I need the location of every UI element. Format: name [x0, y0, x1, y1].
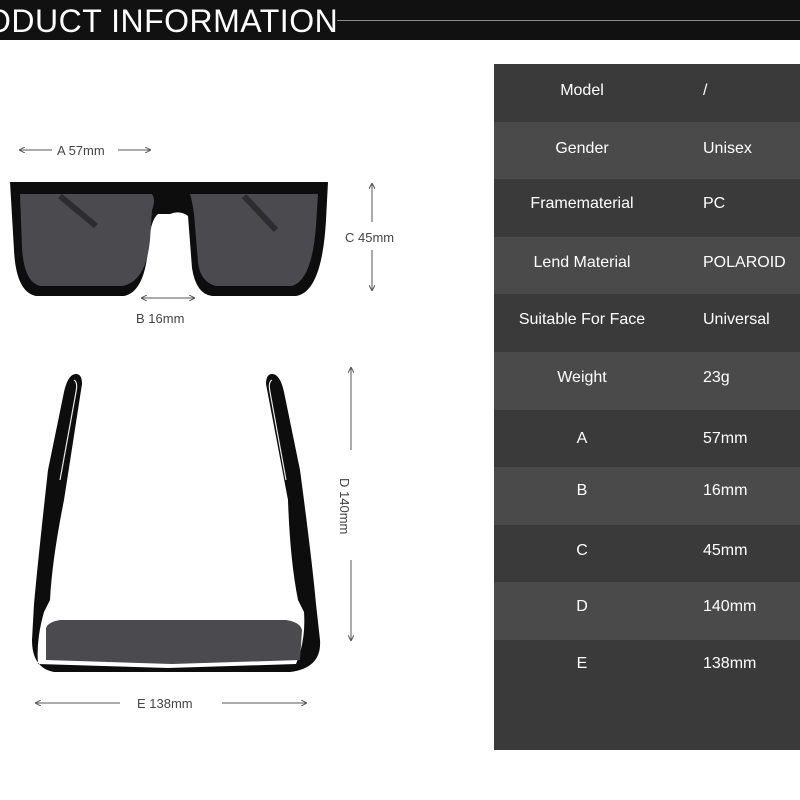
spec-row: A 57mm	[494, 410, 800, 467]
spec-label: A	[576, 430, 588, 447]
spec-row: Suitable For Face Universal	[494, 294, 800, 352]
spec-label: Model	[560, 82, 604, 99]
spec-value: Universal	[703, 311, 770, 328]
spec-label: Weight	[557, 369, 607, 386]
spec-label: C	[576, 542, 588, 559]
sunglasses-diagram	[10, 0, 480, 800]
spec-value: /	[703, 82, 708, 99]
spec-row: Gender Unisex	[494, 122, 800, 179]
spec-value: 57mm	[703, 430, 748, 447]
spec-label: Suitable For Face	[518, 311, 646, 328]
spec-value: 23g	[703, 369, 730, 386]
dimension-c-label: C 45mm	[345, 230, 395, 245]
spec-label: Framematerial	[530, 195, 634, 212]
spec-row: B 16mm	[494, 467, 800, 525]
spec-label: Lend Material	[533, 254, 631, 271]
spec-value: 140mm	[703, 598, 757, 615]
spec-label: B	[576, 482, 588, 499]
dimension-d-label: D 140mm	[337, 478, 352, 535]
spec-row: Weight 23g	[494, 352, 800, 410]
top-view-glasses	[32, 374, 321, 672]
dimension-e-label: E 138mm	[137, 696, 193, 711]
spec-value: POLAROID	[703, 254, 786, 271]
spec-row: Lend Material POLAROID	[494, 237, 800, 294]
spec-label: D	[576, 598, 588, 615]
left-lens	[20, 194, 154, 286]
spec-value: PC	[703, 195, 726, 212]
spec-row: Framematerial PC	[494, 179, 800, 237]
spec-row: E 138mm	[494, 640, 800, 750]
spec-row: C 45mm	[494, 525, 800, 582]
spec-value: Unisex	[703, 140, 752, 157]
spec-row: Model /	[494, 64, 800, 122]
spec-label: E	[576, 655, 588, 672]
spec-value: 45mm	[703, 542, 748, 559]
spec-value: 16mm	[703, 482, 748, 499]
dimension-b-label: B 16mm	[136, 311, 185, 326]
dimension-a-label: A 57mm	[57, 143, 105, 158]
spec-row: D 140mm	[494, 582, 800, 640]
spec-table: Model / Gender Unisex Framematerial PC Lend Ma…	[494, 64, 800, 750]
spec-label: Gender	[555, 140, 609, 157]
spec-value: 138mm	[703, 655, 757, 672]
front-view-glasses	[10, 182, 328, 296]
